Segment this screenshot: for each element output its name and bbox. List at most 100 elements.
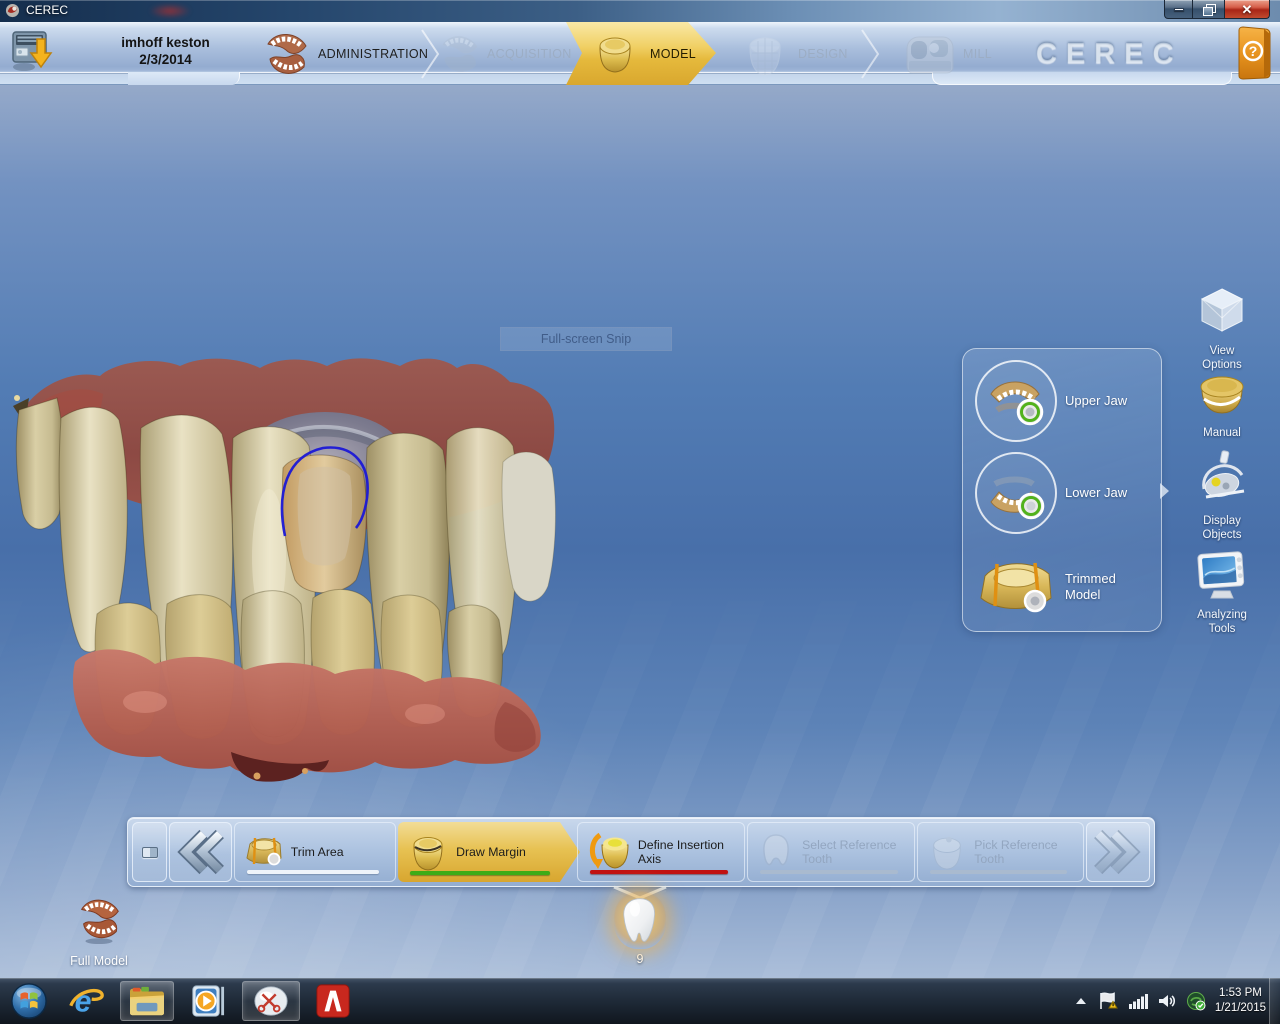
minimize-button[interactable] (1164, 0, 1193, 19)
step-underline (590, 870, 728, 874)
side-tool-label: Manual (1180, 426, 1264, 440)
taskbar-adobe-reader[interactable] (308, 981, 358, 1021)
step-pick-reference-tooth: Pick Reference Tooth (917, 822, 1083, 882)
cerec-application-window: CEREC ✕ imhoff keston 2/3/2014 (0, 0, 1280, 1024)
clock-date: 1/21/2015 (1215, 1001, 1266, 1016)
taskbar-windows-explorer[interactable] (120, 981, 174, 1021)
select-reference-tooth-icon (756, 832, 796, 872)
view-options-button[interactable]: View Options (1180, 285, 1264, 372)
phase-label: ADMINISTRATION (318, 47, 428, 61)
dental-lamp-icon (1194, 449, 1250, 507)
step-label: Select Reference Tooth (802, 838, 906, 866)
cube-icon (1196, 285, 1248, 337)
full-model-dentures-icon (72, 893, 126, 945)
internet-explorer-icon: e (67, 983, 105, 1019)
jaw-option-label: Upper Jaw (1065, 393, 1153, 409)
phase-separator-chevron (858, 28, 882, 80)
gold-inlay-icon (1195, 369, 1249, 419)
clock-time: 1:53 PM (1215, 986, 1266, 1001)
step-draw-margin[interactable]: Draw Margin (398, 822, 580, 882)
lower-jaw-button[interactable]: Lower Jaw (963, 447, 1161, 539)
previous-steps-button[interactable] (169, 822, 232, 882)
upper-jaw-button[interactable]: Upper Jaw (963, 355, 1161, 447)
step-trim-area[interactable]: Trim Area (234, 822, 396, 882)
close-button[interactable]: ✕ (1224, 0, 1270, 19)
phase-model[interactable]: MODEL (566, 22, 716, 85)
toolbar-pin-button[interactable] (132, 822, 167, 882)
taskbar-internet-explorer[interactable]: e (62, 981, 110, 1021)
window-title: CEREC (26, 3, 68, 17)
double-chevron-right-icon (1091, 827, 1145, 877)
upper-jaw-icon (973, 358, 1059, 444)
step-select-reference-tooth: Select Reference Tooth (747, 822, 915, 882)
action-center-flag-icon[interactable] (1097, 991, 1119, 1011)
snipping-tool-icon (251, 983, 291, 1019)
window-titlebar: CEREC ✕ (0, 0, 1280, 22)
help-question-glyph: ? (1249, 43, 1258, 59)
patient-database-icon[interactable] (8, 27, 56, 75)
phase-label: DESIGN (798, 47, 848, 61)
system-tray: 1:53 PM 1/21/2015 (1074, 978, 1266, 1024)
phase-administration[interactable]: ADMINISTRATION (262, 22, 428, 85)
taskbar-clock[interactable]: 1:53 PM 1/21/2015 (1215, 986, 1266, 1016)
jaw-display-panel: Upper Jaw Lower Jaw (962, 348, 1162, 632)
step-label: Pick Reference Tooth (974, 838, 1078, 866)
jaw-option-label: Lower Jaw (1065, 485, 1153, 501)
step-underline (760, 870, 898, 874)
network-signal-icon[interactable] (1128, 992, 1148, 1010)
crown-model-icon (592, 31, 638, 77)
cerec-app-icon (5, 3, 20, 18)
tooth-9-icon (621, 897, 659, 943)
patient-name: imhoff keston (88, 34, 243, 51)
manual-button[interactable]: Manual (1180, 369, 1264, 440)
panel-caret-icon (1160, 483, 1169, 499)
step-define-insertion-axis[interactable]: Define Insertion Axis (577, 822, 745, 882)
dental-model-3d[interactable] (5, 352, 560, 782)
step-underline (410, 871, 550, 875)
tooth-glow (614, 891, 666, 949)
step-toolbar: Trim Area Draw Margin (127, 817, 1155, 887)
restore-icon (1203, 4, 1215, 14)
minimize-icon (1174, 8, 1184, 11)
tooth-number-label: 9 (608, 952, 672, 966)
side-tool-label: Analyzing Tools (1180, 608, 1264, 636)
model-viewport[interactable]: Full-screen Snip (0, 85, 1280, 978)
taskbar-snipping-tool[interactable] (242, 981, 300, 1021)
phase-acquisition: ACQUISITION (437, 22, 572, 85)
display-objects-button[interactable]: Display Objects (1180, 449, 1264, 542)
trimmed-model-button[interactable]: Trimmed Model (963, 541, 1161, 633)
phase-mill: MILL (903, 22, 992, 85)
lower-jaw-icon (973, 450, 1059, 536)
full-model-label: Full Model (44, 954, 154, 968)
taskbar-media-player[interactable] (182, 981, 232, 1021)
patient-info[interactable]: imhoff keston 2/3/2014 (88, 34, 243, 68)
side-tool-label: View Options (1180, 344, 1264, 372)
adobe-reader-icon (315, 983, 351, 1019)
patient-tab-bump (128, 72, 240, 85)
phase-label: MODEL (650, 47, 696, 61)
antivirus-status-icon[interactable] (1186, 991, 1206, 1011)
show-hidden-icons-button[interactable] (1074, 995, 1088, 1007)
restore-button[interactable] (1193, 0, 1224, 19)
volume-icon[interactable] (1157, 992, 1177, 1010)
windows-start-icon (10, 982, 48, 1020)
start-button[interactable] (6, 981, 52, 1021)
tooth-indicator[interactable]: 9 (608, 891, 672, 966)
mill-machine-icon (903, 31, 955, 77)
help-book-icon[interactable]: ? (1234, 26, 1274, 80)
show-desktop-button[interactable] (1269, 978, 1280, 1024)
windows-taskbar: e (0, 978, 1280, 1024)
define-insertion-axis-icon (586, 831, 632, 873)
analyzing-tools-button[interactable]: Analyzing Tools (1180, 547, 1264, 636)
draw-margin-icon (406, 831, 450, 873)
full-model-button[interactable]: Full Model (44, 893, 154, 968)
monitor-icon (1194, 547, 1250, 601)
phase-design: DESIGN (742, 22, 848, 85)
aero-glass-reflection (150, 4, 190, 18)
patient-date: 2/3/2014 (88, 51, 243, 68)
dentures-faint-icon (437, 29, 481, 79)
trimmed-model-icon (973, 544, 1059, 630)
pick-reference-tooth-icon (926, 832, 968, 872)
window-controls: ✕ (1164, 0, 1270, 19)
double-chevron-left-icon (173, 827, 227, 877)
